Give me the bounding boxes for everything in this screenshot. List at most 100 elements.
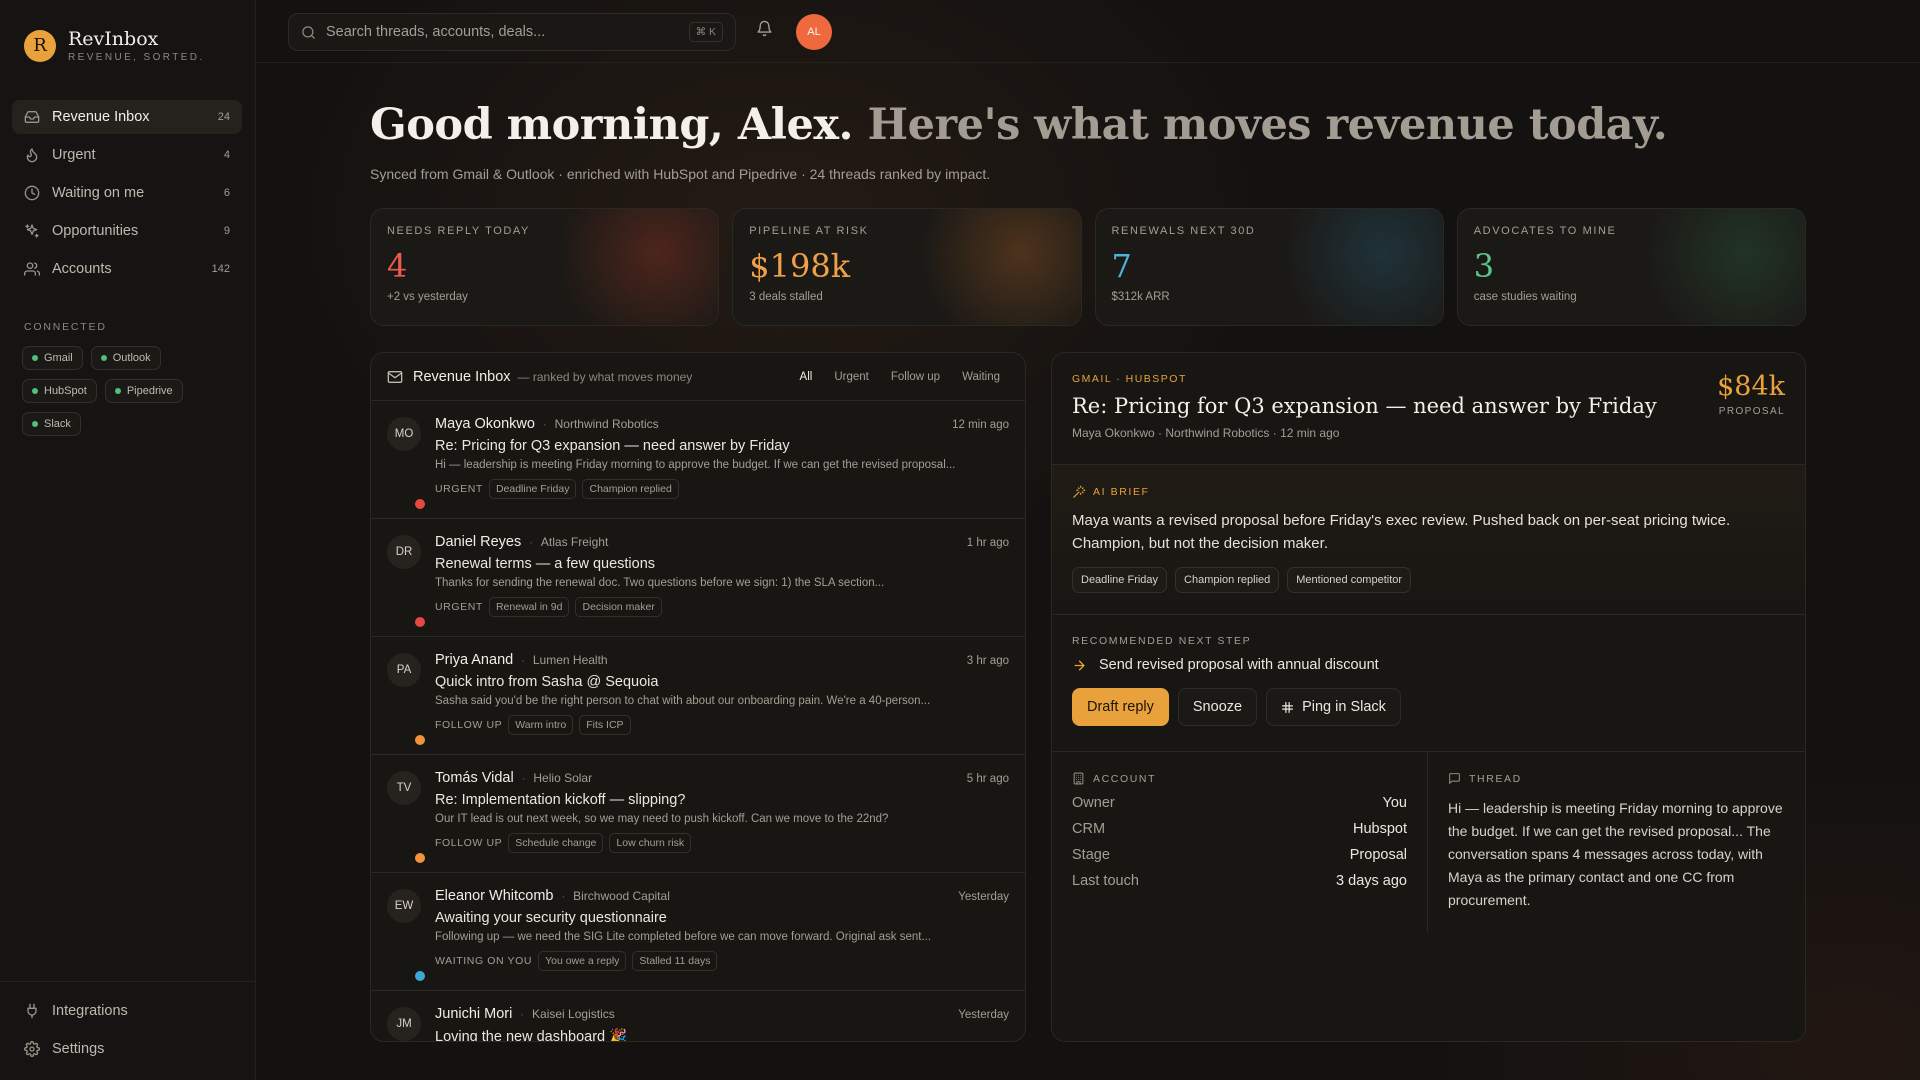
connection-chip-pipedrive[interactable]: Pipedrive	[104, 379, 183, 403]
thread-subject: Re: Implementation kickoff — slipping?	[435, 792, 686, 808]
sidebar-item-count: 142	[211, 263, 230, 275]
thread-row[interactable]: TV Tomás Vidal · Helio Solar 5 hr ago Re…	[371, 755, 1025, 873]
thread-time: 1 hr ago	[966, 537, 1009, 549]
sidebar-item-integrations[interactable]: Integrations	[12, 994, 243, 1028]
brand[interactable]: R RevInbox REVENUE, SORTED.	[24, 28, 205, 63]
priority-dot	[415, 617, 425, 627]
field-value: Hubspot	[1352, 821, 1407, 837]
connection-chip-outlook[interactable]: Outlook	[90, 346, 161, 370]
thread-row[interactable]: EW Eleanor Whitcomb · Birchwood Capital …	[371, 873, 1025, 991]
sidebar-item-count: 9	[223, 225, 230, 237]
thread-preview: Our IT lead is out next week, so we may …	[435, 813, 889, 825]
thread-tag: Low churn risk	[609, 833, 692, 853]
contact-avatar: EW	[387, 889, 421, 923]
page-title: Good morning, Alex. Here's what moves re…	[370, 100, 1668, 150]
thread-contact-name: Maya Okonkwo	[435, 416, 535, 432]
filter-all[interactable]: All	[791, 366, 822, 388]
field-key: Stage	[1072, 847, 1110, 863]
thread-tag: Stalled 11 days	[632, 951, 718, 971]
connection-chip-slack[interactable]: Slack	[22, 412, 81, 436]
thread-subject: Awaiting your security questionnaire	[435, 910, 667, 926]
connection-chip-hubspot[interactable]: HubSpot	[22, 379, 97, 403]
field-key: CRM	[1072, 821, 1106, 837]
thread-tag: Renewal in 9d	[488, 597, 570, 617]
user-avatar[interactable]: AL	[796, 14, 832, 50]
contact-avatar: JM	[387, 1007, 421, 1041]
thread-detail-panel: GMAIL · HUBSPOT Re: Pricing for Q3 expan…	[1051, 352, 1806, 1042]
thread-tag: You owe a reply	[538, 951, 627, 971]
connected-status-dot	[32, 388, 38, 394]
thread-row[interactable]: MO Maya Okonkwo · Northwind Robotics 12 …	[371, 401, 1025, 519]
thread-status: URGENT	[435, 483, 483, 495]
connected-title: CONNECTED	[24, 321, 107, 333]
stat-label: RENEWALS NEXT 30D	[1111, 225, 1256, 237]
sidebar-item-label: Waiting on me	[52, 185, 145, 201]
snooze-button[interactable]: Snooze	[1177, 688, 1258, 726]
sidebar-item-settings[interactable]: Settings	[12, 1032, 243, 1066]
detail-header: GMAIL · HUBSPOT Re: Pricing for Q3 expan…	[1052, 353, 1805, 465]
stat-card-advocates[interactable]: ADVOCATES TO MINE 3 case studies waiting	[1456, 208, 1806, 326]
thread-contact-name: Eleanor Whitcomb	[435, 888, 554, 904]
sidebar-item-opportunities[interactable]: Opportunities 9	[12, 214, 242, 248]
thread-row[interactable]: JM Junichi Mori · Kaisei Logistics Yeste…	[371, 991, 1025, 1041]
stat-sub: $312k ARR	[1111, 291, 1170, 303]
ping-in-slack-button[interactable]: Ping in Slack	[1266, 688, 1401, 726]
search-shortcut: ⌘ K	[688, 22, 723, 42]
sidebar-item-accounts[interactable]: Accounts 142	[12, 252, 242, 286]
thread-row[interactable]: DR Daniel Reyes · Atlas Freight 1 hr ago…	[371, 519, 1025, 637]
search-box[interactable]: ⌘ K	[288, 13, 736, 51]
account-title: ACCOUNT	[1093, 772, 1157, 785]
arrow-right-icon	[1072, 658, 1087, 673]
stat-card-pipeline-at-risk[interactable]: PIPELINE AT RISK $198k 3 deals stalled	[732, 208, 1082, 326]
connection-chip-gmail[interactable]: Gmail	[22, 346, 83, 370]
sidebar-item-label: Revenue Inbox	[52, 109, 150, 125]
thread-contact-name: Priya Anand	[435, 652, 514, 668]
thread-time: 5 hr ago	[966, 773, 1009, 785]
sidebar-item-revenue-inbox[interactable]: Revenue Inbox 24	[12, 100, 242, 134]
thread-tag: Warm intro	[508, 715, 574, 735]
thread-preview: Following up — we need the SIG Lite comp…	[435, 931, 932, 943]
contact-avatar: DR	[387, 535, 421, 569]
account-summary: ACCOUNT Owner You CRM Hubspot Stage Proposa…	[1052, 752, 1428, 932]
separator-dot: ·	[521, 655, 525, 667]
thread-company: Atlas Freight	[540, 535, 609, 549]
slack-icon	[1281, 701, 1294, 714]
sidebar-item-label: Settings	[52, 1041, 105, 1057]
thread-time: Yesterday	[958, 1009, 1009, 1021]
thread-tag: Decision maker	[575, 597, 662, 617]
recommended-next-step: RECOMMENDED NEXT STEP Send revised propo…	[1052, 615, 1805, 752]
stat-card-renewals[interactable]: RENEWALS NEXT 30D 7 $312k ARR	[1094, 208, 1444, 326]
filter-follow-up[interactable]: Follow up	[882, 366, 949, 388]
inbox-filters: All Urgent Follow up Waiting	[791, 366, 1009, 388]
filter-waiting[interactable]: Waiting	[953, 366, 1009, 388]
next-step-text: Send revised proposal with annual discou…	[1099, 657, 1379, 673]
stat-value: 3	[1473, 247, 1495, 285]
sidebar-footer: Integrations Settings	[0, 981, 255, 1080]
thread-contact-name: Tomás Vidal	[435, 770, 514, 786]
topbar: ⌘ K AL	[256, 0, 1920, 63]
thread-company: Northwind Robotics	[554, 417, 659, 431]
notifications-bell-icon[interactable]	[756, 20, 773, 37]
sidebar-item-urgent[interactable]: Urgent 4	[12, 138, 242, 172]
draft-reply-button[interactable]: Draft reply	[1072, 688, 1169, 726]
separator-dot: ·	[521, 773, 526, 785]
thread-company: Birchwood Capital	[573, 889, 670, 903]
brand-name: RevInbox	[68, 28, 159, 50]
sidebar-item-waiting-on-me[interactable]: Waiting on me 6	[12, 176, 242, 210]
stat-card-needs-reply[interactable]: NEEDS REPLY TODAY 4 +2 vs yesterday	[370, 208, 720, 326]
inbox-title: Revenue Inbox	[413, 368, 511, 385]
account-field-crm: CRM Hubspot	[1072, 821, 1407, 837]
search-input[interactable]	[326, 24, 689, 40]
thread-row[interactable]: PA Priya Anand · Lumen Health 3 hr ago Q…	[371, 637, 1025, 755]
ping-in-slack-label: Ping in Slack	[1302, 699, 1386, 715]
users-icon	[24, 261, 40, 277]
thread-status: WAITING ON YOU	[435, 955, 533, 967]
separator-dot: ·	[529, 537, 533, 549]
filter-urgent[interactable]: Urgent	[825, 366, 878, 388]
stat-sub: +2 vs yesterday	[387, 291, 468, 303]
separator-dot: ·	[542, 419, 547, 431]
gear-icon	[24, 1041, 40, 1057]
stat-label: PIPELINE AT RISK	[749, 225, 869, 237]
thread-time: 3 hr ago	[966, 655, 1009, 667]
thread-preview: Thanks for sending the renewal doc. Two …	[435, 577, 885, 589]
